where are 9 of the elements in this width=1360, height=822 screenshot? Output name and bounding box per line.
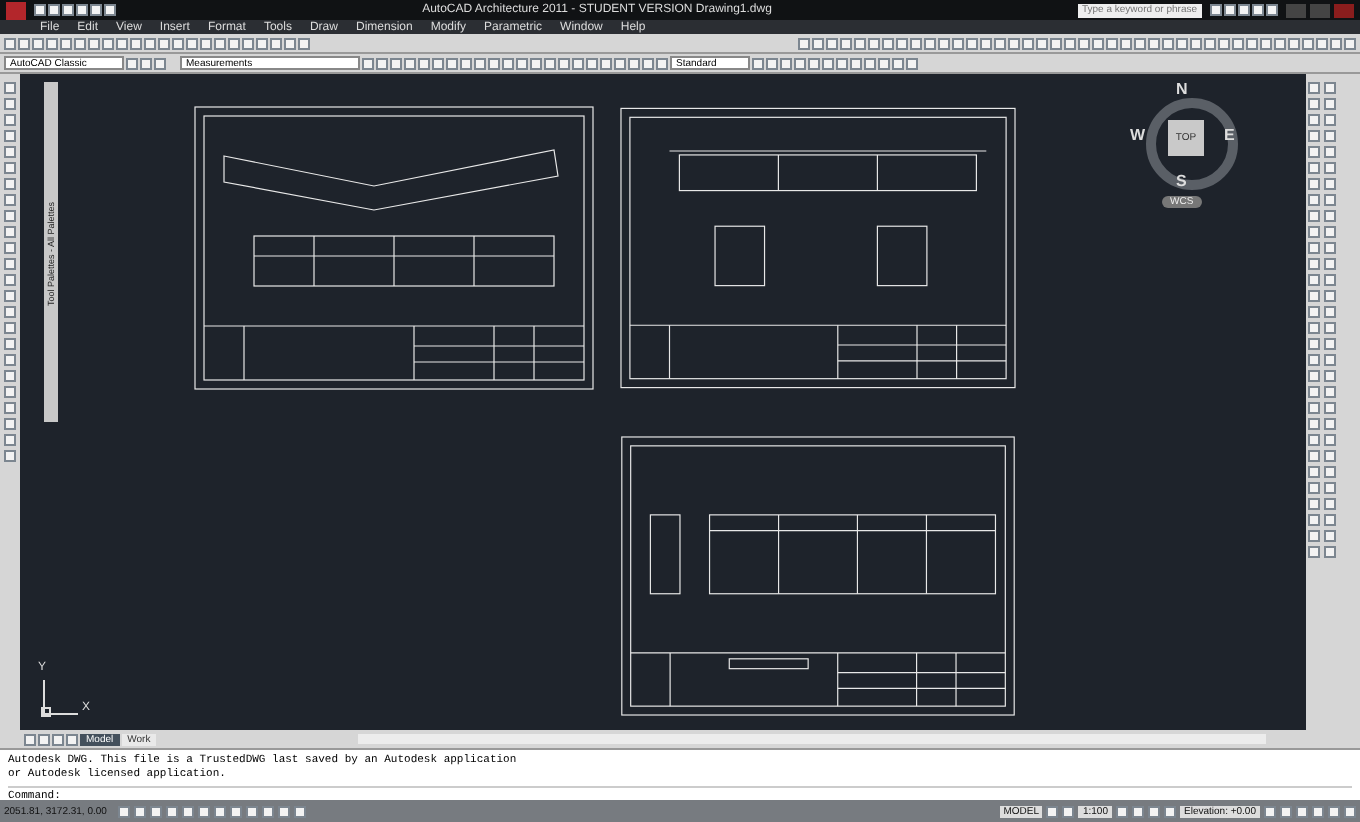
close-button[interactable] (1334, 3, 1354, 17)
ucs-axes-icon (40, 678, 80, 718)
compass-label: W (1130, 126, 1146, 144)
maximize-button[interactable] (1310, 3, 1330, 17)
compass-label: E (1224, 126, 1235, 144)
app-logo-icon[interactable] (6, 1, 26, 19)
minimize-button[interactable] (1286, 3, 1306, 17)
compass-label: N (1176, 80, 1188, 98)
compass-label: S (1176, 172, 1187, 190)
